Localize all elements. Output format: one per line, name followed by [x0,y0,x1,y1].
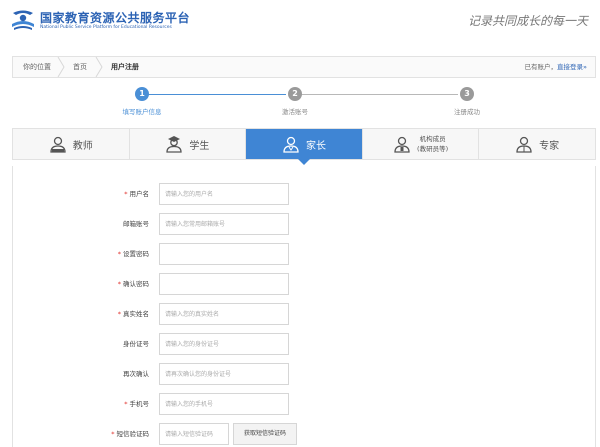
has-account-text: 已有账户， [524,63,558,71]
teacher-icon [50,136,66,153]
breadcrumb-home[interactable]: 首页 [73,57,87,77]
id-confirm-label: 再次确认 [123,370,149,378]
tab-parent[interactable]: 家长 [246,129,363,165]
required-mark: * [124,400,128,408]
registration-steps: 1 2 3 填写账户信息 激活账号 注册成功 [0,86,600,124]
login-prompt: 已有账户，直接登录» [525,57,587,77]
form-row-password: * 设置密码 [13,243,597,265]
sms-code-label-text: 短信验证码 [116,430,150,438]
phone-input[interactable] [159,393,289,415]
confirm-password-input[interactable] [159,273,289,295]
username-input[interactable] [159,183,289,205]
tab-student-label: 学生 [189,140,210,152]
student-icon [166,136,183,153]
registration-form: *用户名 邮箱账号 *设置密码 *确认密码 *真实姓名 身份证号 再次确认 *手… [12,166,596,447]
role-tabs: 教师 学生 家长 机构成员 (教研员等) 专家 [12,128,596,165]
step-1-circle: 1 [135,87,149,101]
form-row-real-name: * 真实姓名 [13,303,597,325]
password-label: * 设置密码 [118,243,149,265]
real-name-input[interactable] [159,303,289,325]
confirm-password-label: * 确认密码 [118,273,149,295]
tab-institution-label-line1: 机构成员 [419,135,446,143]
form-row-id-number: 身份证号 [13,333,597,355]
tab-teacher[interactable]: 教师 [13,129,130,159]
site-subtitle: National Public Service Platform for Edu… [40,25,172,30]
password-label-text: 设置密码 [123,250,149,258]
step-3-label: 注册成功 [454,108,480,116]
tab-expert-label: 专家 [539,140,560,152]
email-label: 邮箱账号 [123,220,149,228]
email-input[interactable] [159,213,289,235]
tab-institution-label-line2: (教研员等) [417,145,449,153]
breadcrumb: 你的位置 首页 用户注册 已有账户，直接登录» [12,56,596,78]
real-name-label: * 真实姓名 [118,303,149,325]
sms-code-label: * 短信验证码 [111,423,149,445]
step-2-circle: 2 [288,87,302,101]
tab-parent-label: 家长 [305,140,326,152]
step-3-circle: 3 [460,87,474,101]
form-row-id-confirm: 再次确认 [13,363,597,385]
form-row-confirm-password: * 确认密码 [13,273,597,295]
tab-teacher-label: 教师 [72,140,93,152]
required-mark: * [111,430,115,438]
institution-member-icon [394,136,410,153]
breadcrumb-current: 用户注册 [111,63,139,71]
logo-icon[interactable] [10,9,36,31]
tab-expert[interactable]: 专家 [479,129,595,159]
chevron-right-icon [95,57,103,77]
parent-icon [283,136,299,153]
form-row-sms-code: *短信验证码 获取短信验证码 [13,423,597,445]
confirm-password-label-text: 确认密码 [123,280,149,288]
required-mark: * [117,310,121,318]
required-mark: * [117,280,121,288]
login-link[interactable]: 直接登录» [557,63,587,71]
step-connector [142,94,286,95]
real-name-label-text: 真实姓名 [123,310,149,318]
site-title[interactable]: 国家教育资源公共服务平台 [40,9,190,26]
chevron-right-icon [57,57,65,77]
tab-institution-label: 机构成员 (教研员等) [417,134,448,154]
id-number-label: 身份证号 [123,340,149,348]
form-row-username: * 用户名 [13,183,597,205]
username-label-text: 用户名 [129,190,150,198]
step-1-label: 填写账户信息 [122,108,162,116]
expert-icon [516,136,532,153]
phone-label-text: 手机号 [129,400,150,408]
form-row-email: 邮箱账号 [13,213,597,235]
slogan: 记录共同成长的每一天 [467,14,588,28]
password-input[interactable] [159,243,289,265]
phone-label: * 手机号 [124,393,149,415]
tab-student[interactable]: 学生 [130,129,247,159]
breadcrumb-prefix: 你的位置 [23,63,51,71]
form-row-phone: * 手机号 [13,393,597,415]
site-header: 国家教育资源公共服务平台 National Public Service Pla… [0,0,600,48]
step-2-label: 激活账号 [282,108,308,116]
step-connector [300,94,458,95]
username-label: * 用户名 [124,183,149,205]
tab-institution-member[interactable]: 机构成员 (教研员等) [363,129,480,159]
sms-code-input[interactable] [159,423,229,445]
id-confirm-input[interactable] [159,363,289,385]
get-sms-code-button[interactable]: 获取短信验证码 [233,423,297,445]
id-number-input[interactable] [159,333,289,355]
required-mark: * [124,190,128,198]
required-mark: * [117,250,121,258]
